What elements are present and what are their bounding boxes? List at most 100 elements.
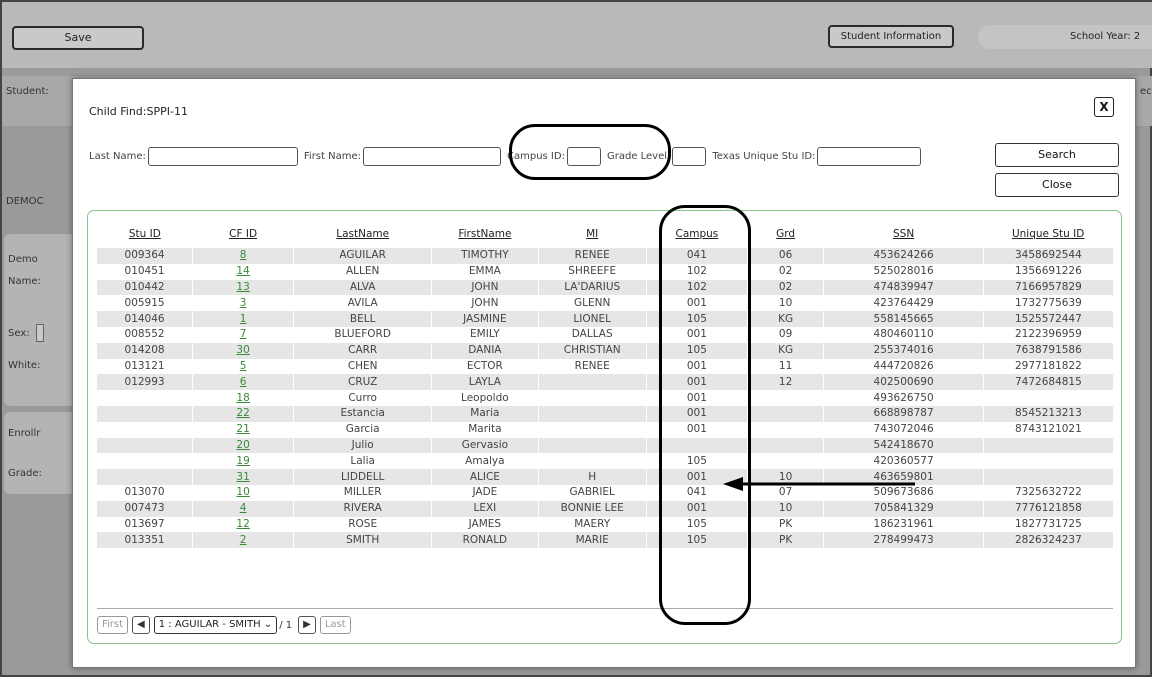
cell-unique-stu-id: 7638791586 — [982, 342, 1113, 359]
cell-grade: 12 — [746, 374, 824, 391]
cell-cf-id[interactable]: 12 — [192, 516, 294, 533]
table-row[interactable]: 007473 4 RIVERA LEXI BONNIE LEE 001 10 70584132… — [97, 500, 1113, 517]
enrollment-label: Enrollr — [8, 428, 41, 439]
cell-cf-id[interactable]: 31 — [192, 469, 294, 485]
table-row[interactable]: 008552 7 BLUEFORD EMILY DALLAS 001 09 480460110… — [97, 326, 1113, 343]
table-header-row: Stu ID CF ID LastName FirstName MI Campu… — [97, 219, 1113, 248]
cell-unique-stu-id: 1356691226 — [982, 263, 1113, 280]
cell-cf-id[interactable]: 19 — [192, 453, 294, 470]
cell-cf-id[interactable]: 8 — [192, 248, 294, 264]
cell-cf-id[interactable]: 13 — [192, 279, 294, 296]
cell-cf-id[interactable]: 30 — [192, 342, 294, 359]
cell-last-name: Garcia — [293, 421, 432, 438]
cell-unique-stu-id: 7166957829 — [982, 279, 1113, 296]
cell-cf-id[interactable]: 4 — [192, 500, 294, 517]
cell-cf-id[interactable]: 1 — [192, 311, 294, 327]
last-page-button[interactable]: Last — [319, 616, 351, 634]
table-row[interactable]: 19 Lalia Amalya 105 420360577 — [97, 453, 1113, 470]
col-header-first-name[interactable]: FirstName — [432, 219, 538, 248]
table-row[interactable]: 010442 13 ALVA JOHN LA'DARIUS 102 02 474839947 7… — [97, 279, 1113, 296]
table-row[interactable]: 005915 3 AVILA JOHN GLENN 001 10 423764429 17327… — [97, 295, 1113, 312]
cell-grade: PK — [746, 516, 824, 533]
cell-first-name: LEXI — [431, 500, 539, 517]
white-label: White: — [8, 360, 41, 371]
col-header-ssn[interactable]: SSN — [824, 219, 983, 248]
name-label: Name: — [8, 276, 41, 287]
col-header-mi[interactable]: MI — [538, 219, 646, 248]
cell-stu-id — [97, 405, 193, 422]
cell-ssn: 420360577 — [823, 453, 984, 470]
cell-ssn: 542418670 — [823, 437, 984, 454]
cell-grade: PK — [746, 532, 824, 549]
cell-unique-stu-id: 1732775639 — [982, 295, 1113, 312]
cell-cf-id[interactable]: 10 — [192, 484, 294, 501]
sex-field[interactable] — [36, 324, 44, 342]
demographics-tab[interactable]: DEMOC — [6, 196, 44, 207]
cell-mi: MARIE — [537, 532, 647, 549]
cell-ssn: 278499473 — [823, 532, 984, 549]
table-row[interactable]: 013121 5 CHEN ECTOR RENEE 001 11 444720826 29771… — [97, 358, 1113, 375]
cell-mi: LIONEL — [537, 311, 647, 327]
close-icon[interactable]: X — [1094, 97, 1114, 117]
cell-cf-id[interactable]: 18 — [192, 390, 294, 406]
grade-label: Grade: — [8, 468, 42, 479]
table-row[interactable]: 009364 8 AGUILAR TIMOTHY RENEE 041 06 453624266… — [97, 248, 1113, 264]
cell-mi — [537, 390, 647, 406]
cell-stu-id: 005915 — [97, 295, 193, 312]
col-header-last-name[interactable]: LastName — [294, 219, 432, 248]
col-header-cf-id[interactable]: CF ID — [193, 219, 294, 248]
cell-last-name: CARR — [293, 342, 432, 359]
cell-cf-id[interactable]: 22 — [192, 405, 294, 422]
cell-last-name: RIVERA — [293, 500, 432, 517]
last-name-input[interactable] — [147, 146, 298, 166]
table-row[interactable]: 013697 12 ROSE JAMES MAERY 105 PK 186231961 1827… — [97, 516, 1113, 533]
cell-grade — [746, 453, 824, 470]
cell-cf-id[interactable]: 7 — [192, 326, 294, 343]
tsid-input[interactable] — [817, 146, 922, 166]
cell-cf-id[interactable]: 5 — [192, 358, 294, 375]
table-row[interactable]: 013070 10 MILLER JADE GABRIEL 041 07 509673686 7… — [97, 484, 1113, 501]
page-select[interactable]: 1 : AGUILAR - SMITH ⌄ — [153, 616, 278, 634]
cell-unique-stu-id — [982, 469, 1113, 485]
table-row[interactable]: 21 Garcia Marita 001 743072046 8743121021 — [97, 421, 1113, 438]
first-name-input[interactable] — [363, 146, 501, 166]
cell-last-name: ROSE — [293, 516, 432, 533]
table-row[interactable]: 22 Estancia Maria 001 668898787 8545213213 — [97, 405, 1113, 422]
grade-level-input[interactable] — [672, 146, 707, 166]
save-button[interactable]: Save — [12, 26, 144, 50]
table-row[interactable]: 013351 2 SMITH RONALD MARIE 105 PK 278499473 282… — [97, 532, 1113, 549]
next-page-button[interactable]: ▶ — [298, 616, 316, 634]
student-information-button[interactable]: Student Information — [828, 25, 954, 48]
table-row[interactable]: 18 Curro Leopoldo 001 493626750 — [97, 390, 1113, 406]
cell-last-name: CRUZ — [293, 374, 432, 391]
close-button[interactable]: Close — [995, 173, 1119, 197]
cell-stu-id — [97, 421, 193, 438]
cell-mi: H — [537, 469, 647, 485]
table-row[interactable]: 31 LIDDELL ALICE H 001 10 463659801 — [97, 469, 1113, 485]
table-row[interactable]: 012993 6 CRUZ LAYLA 001 12 402500690 7472684815 — [97, 374, 1113, 391]
search-button[interactable]: Search — [995, 143, 1119, 167]
table-row[interactable]: 014208 30 CARR DANIA CHRISTIAN 105 KG 255374016… — [97, 342, 1113, 359]
cell-first-name: DANIA — [431, 342, 539, 359]
cell-cf-id[interactable]: 2 — [192, 532, 294, 549]
table-row[interactable]: 010451 14 ALLEN EMMA SHREEFE 102 02 525028016 13… — [97, 263, 1113, 280]
cell-mi: GLENN — [537, 295, 647, 312]
col-header-grade[interactable]: Grd — [747, 219, 824, 248]
col-header-unique-stu-id[interactable]: Unique Stu ID — [983, 219, 1113, 248]
cell-cf-id[interactable]: 20 — [192, 437, 294, 454]
col-header-stu-id[interactable]: Stu ID — [97, 219, 193, 248]
prev-page-button[interactable]: ◀ — [132, 616, 150, 634]
cell-ssn: 423764429 — [823, 295, 984, 312]
cell-cf-id[interactable]: 21 — [192, 421, 294, 438]
table-row[interactable]: 014046 1 BELL JASMINE LIONEL 105 KG 558145665 15… — [97, 311, 1113, 327]
cell-cf-id[interactable]: 14 — [192, 263, 294, 280]
campus-column-highlight — [659, 205, 751, 625]
results-table: Stu ID CF ID LastName FirstName MI Campu… — [97, 219, 1113, 549]
first-page-button[interactable]: First — [97, 616, 129, 634]
cell-first-name: JOHN — [431, 279, 539, 296]
cell-ssn: 474839947 — [823, 279, 984, 296]
cell-cf-id[interactable]: 3 — [192, 295, 294, 312]
table-row[interactable]: 20 Julio Gervasio 542418670 — [97, 437, 1113, 454]
cell-grade — [746, 437, 824, 454]
cell-cf-id[interactable]: 6 — [192, 374, 294, 391]
